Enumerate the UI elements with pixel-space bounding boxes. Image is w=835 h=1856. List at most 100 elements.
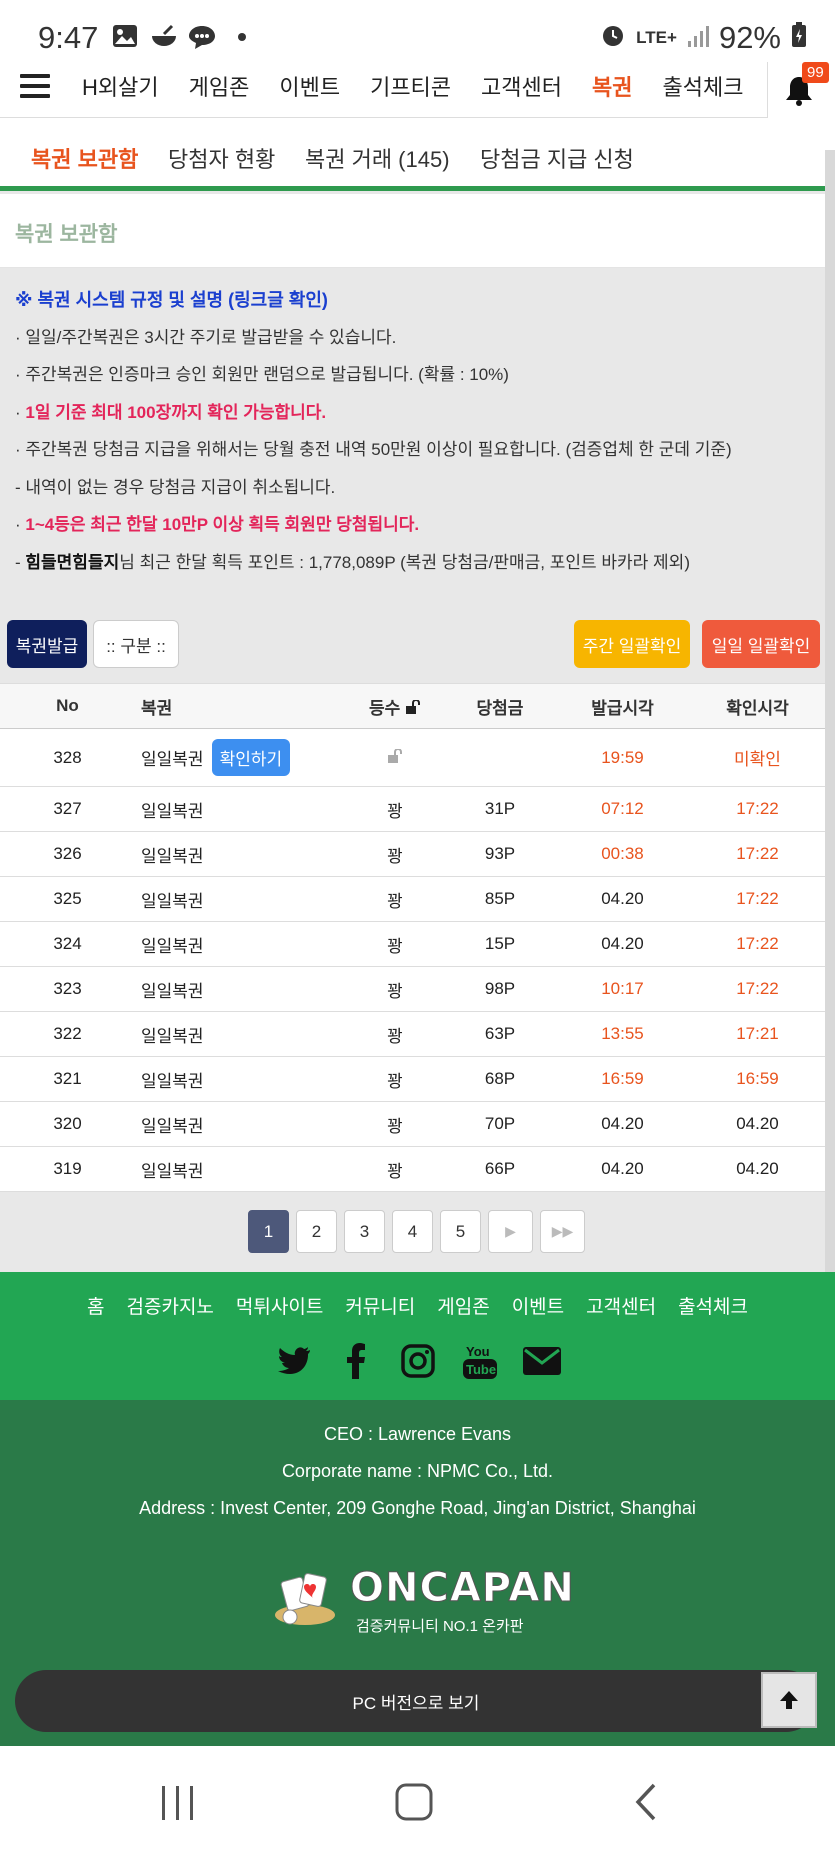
footer-link-scam-sites[interactable]: 먹튀사이트 (225, 1292, 334, 1319)
footer-link-home[interactable]: 홈 (76, 1292, 115, 1319)
confirm-button[interactable]: 확인하기 (211, 739, 291, 776)
row-name: 일일복권 (141, 1116, 204, 1136)
chat-icon (188, 24, 216, 50)
row-no: 324 (53, 934, 82, 953)
oncapan-logo[interactable]: ONCAPAN 검증커뮤니티 NO.1 온카판 (270, 1565, 574, 1635)
weekly-check-all-button[interactable]: 주간 일괄확인 (574, 620, 690, 668)
footer-link-event[interactable]: 이벤트 (501, 1292, 575, 1319)
twitter-icon[interactable] (275, 1342, 313, 1380)
rule-line-text: 1~4등은 최근 한달 10만P 이상 획득 회원만 당첨됩니다. (25, 515, 420, 534)
col-rank[interactable]: 등수 (345, 694, 445, 719)
row-prize: 15P (484, 934, 516, 953)
row-name: 일일복권 (141, 846, 204, 866)
row-issued: 00:38 (601, 844, 644, 863)
tab-winners[interactable]: 당첨자 현황 (168, 142, 275, 174)
footer-link-support[interactable]: 고객센터 (575, 1292, 667, 1319)
recent-apps-icon[interactable] (160, 1784, 196, 1827)
row-no: 319 (53, 1159, 82, 1178)
last-page-button[interactable]: ▶▶ (540, 1210, 585, 1253)
footer-ceo: CEO : Lawrence Evans (323, 1424, 512, 1444)
row-checked: 17:22 (736, 934, 779, 953)
menu-icon[interactable] (20, 74, 50, 104)
row-prize: 68P (484, 1069, 516, 1088)
status-notification-icons (112, 24, 246, 50)
row-checked: 17:21 (736, 1024, 779, 1043)
notification-button[interactable]: 99 (767, 62, 835, 118)
footer-link-attendance[interactable]: 출석체크 (667, 1292, 759, 1319)
row-name: 일일복권 (141, 1026, 204, 1046)
row-rank: 꽝 (387, 1161, 403, 1181)
nav-item-attendance[interactable]: 출석체크 (648, 70, 759, 102)
tab-lottery-storage[interactable]: 복권 보관함 (31, 142, 138, 174)
page-5-button[interactable]: 5 (440, 1210, 481, 1253)
chevron-right-icon: ▶ (505, 1223, 516, 1239)
page-4-button[interactable]: 4 (392, 1210, 433, 1253)
pagination: 1 2 3 4 5 ▶ ▶▶ (248, 1210, 585, 1253)
row-checked: 17:22 (736, 799, 779, 818)
youtube-icon[interactable]: You Tube (461, 1342, 499, 1380)
table-row: 320 일일복권 꽝 70P 04.20 04.20 (0, 1102, 825, 1147)
page-2-button[interactable]: 2 (296, 1210, 337, 1253)
footer-address: Address : Invest Center, 209 Gonghe Road… (139, 1498, 696, 1518)
row-rank: 꽝 (387, 1026, 403, 1046)
row-checked: 16:59 (736, 1069, 779, 1088)
tab-prize-request[interactable]: 당첨금 지급 신청 (480, 142, 634, 174)
row-prize: 63P (484, 1024, 516, 1043)
back-icon[interactable] (632, 1782, 660, 1827)
top-nav-items: H외살기 게임존 이벤트 기프티콘 고객센터 복권 출석체크 (82, 70, 758, 102)
table-row: 322 일일복권 꽝 63P 13:55 17:21 (0, 1012, 825, 1057)
section-header: 복권 보관함 (0, 194, 825, 268)
top-nav: H외살기 게임존 이벤트 기프티콘 고객센터 복권 출석체크 99 (0, 62, 835, 118)
home-icon[interactable] (394, 1782, 434, 1827)
next-page-button[interactable]: ▶ (488, 1210, 533, 1253)
scroll-top-button[interactable] (761, 1672, 817, 1728)
table-header: No 복권 등수 당첨금 발급시각 확인시각 (0, 684, 825, 729)
status-right: LTE+ 92% (600, 20, 807, 56)
page-3-button[interactable]: 3 (344, 1210, 385, 1253)
nav-item-event[interactable]: 이벤트 (264, 70, 355, 102)
facebook-icon[interactable] (337, 1342, 375, 1380)
category-select[interactable]: :: 구분 :: (93, 620, 179, 668)
footer-link-community[interactable]: 커뮤니티 (334, 1292, 426, 1319)
footer-link-verified-casino[interactable]: 검증카지노 (116, 1292, 225, 1319)
network-type: LTE+ (636, 28, 677, 47)
signal-icon (687, 20, 709, 56)
email-icon[interactable] (522, 1342, 561, 1380)
instagram-icon[interactable] (399, 1342, 437, 1380)
row-issued: 19:59 (601, 747, 644, 767)
footer-info-section: CEO : Lawrence Evans Corporate name : NP… (0, 1400, 835, 1746)
row-issued: 04.20 (601, 889, 644, 908)
row-checked: 17:22 (736, 844, 779, 863)
row-prize: 66P (484, 1159, 516, 1178)
user-points-text: 님 최근 한달 획득 포인트 : 1,778,089P (복권 당첨금/판매금,… (119, 552, 690, 572)
row-rank (345, 747, 445, 768)
nav-item-game-zone[interactable]: 게임존 (174, 70, 265, 102)
row-prize: 98P (484, 979, 516, 998)
pc-version-button[interactable]: PC 버전으로 보기 (15, 1670, 817, 1732)
row-issued: 10:17 (601, 979, 644, 998)
col-lottery-label: 복권 (141, 698, 173, 718)
footer-link-game-zone[interactable]: 게임존 (426, 1292, 500, 1319)
unlock-icon (405, 698, 421, 718)
footer-corp-name: Corporate name : NPMC Co., Ltd. (281, 1461, 554, 1481)
row-issued: 04.20 (601, 934, 644, 953)
issue-lottery-button[interactable]: 복권발급 (7, 620, 87, 668)
tab-lottery-trade[interactable]: 복권 거래 (145) (305, 142, 450, 174)
scrollbar[interactable] (825, 150, 835, 1350)
daily-check-all-button[interactable]: 일일 일괄확인 (702, 620, 820, 668)
nav-item-gifticon[interactable]: 기프티콘 (355, 70, 466, 102)
row-name: 일일복권 (141, 750, 204, 769)
dice-cards-icon (275, 1573, 335, 1625)
row-rank: 꽝 (387, 801, 403, 821)
row-issued: 04.20 (601, 1159, 644, 1178)
row-checked: 17:22 (736, 889, 779, 908)
page-1-button[interactable]: 1 (248, 1210, 289, 1253)
battery-icon (791, 20, 807, 56)
table-row: 324 일일복권 꽝 15P 04.20 17:22 (0, 922, 825, 967)
nav-item-support[interactable]: 고객센터 (466, 70, 577, 102)
nav-item-lottery[interactable]: 복권 (577, 70, 647, 102)
rule-line-highlight: · 1일 기준 최대 100장까지 확인 가능합니다. (15, 402, 327, 422)
nav-item-living-abroad[interactable]: H외살기 (82, 70, 174, 102)
row-rank: 꽝 (387, 1116, 403, 1136)
rules-heading-link[interactable]: ※ 복권 시스템 규정 및 설명 (링크글 확인) (15, 288, 815, 326)
